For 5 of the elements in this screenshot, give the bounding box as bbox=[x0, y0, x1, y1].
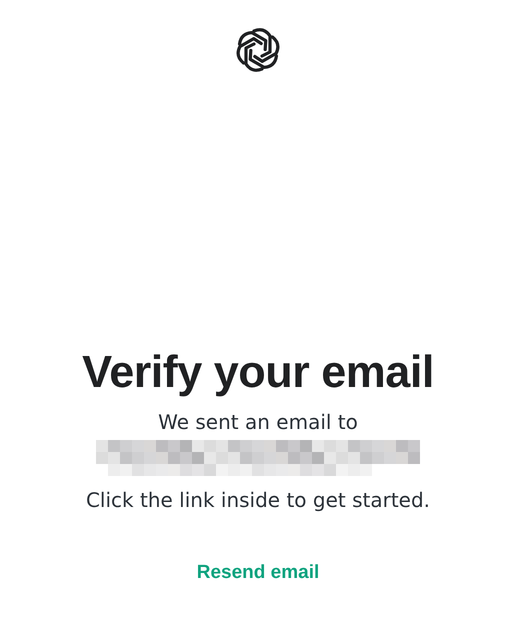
knot-logo-icon bbox=[234, 26, 282, 74]
resend-email-button[interactable]: Resend email bbox=[188, 558, 328, 588]
sent-message: We sent an email to bbox=[158, 409, 358, 436]
instruction-text: Click the link inside to get started. bbox=[86, 487, 430, 514]
page-heading: Verify your email bbox=[82, 345, 434, 399]
